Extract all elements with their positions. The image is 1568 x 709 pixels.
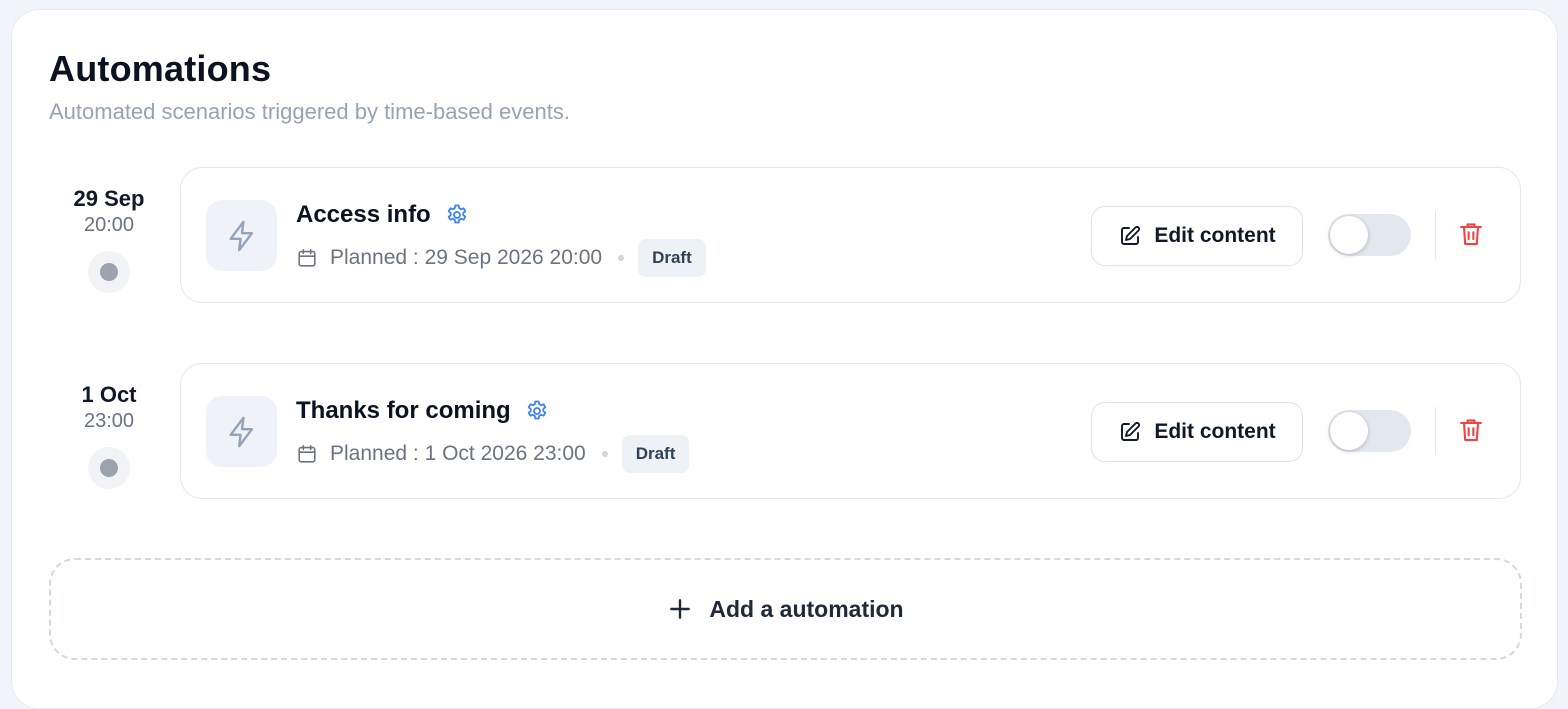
planned-date: Planned : 29 Sep 2026 20:00 xyxy=(330,246,603,269)
toggle-knob xyxy=(1330,216,1368,254)
divider xyxy=(1435,211,1436,259)
page-subtitle: Automated scenarios triggered by time-ba… xyxy=(49,99,570,124)
timeline-date: 29 Sep 20:00 xyxy=(49,167,169,293)
automation-row: 1 Oct 23:00 Thanks for coming Planned : … xyxy=(12,363,1557,499)
gear-icon[interactable] xyxy=(445,203,469,227)
automation-card: Thanks for coming Planned : 1 Oct 2026 2… xyxy=(180,363,1521,499)
edit-content-button[interactable]: Edit content xyxy=(1091,206,1303,266)
gear-icon[interactable] xyxy=(525,399,549,423)
automation-meta: Planned : 1 Oct 2026 23:00 Draft xyxy=(296,435,690,473)
automation-name: Access info xyxy=(296,201,431,228)
pencil-square-icon xyxy=(1118,420,1142,444)
separator-dot xyxy=(618,255,625,261)
timeline-time: 23:00 xyxy=(83,410,135,432)
page-title: Automations xyxy=(49,48,272,89)
automation-name-line: Thanks for coming xyxy=(296,397,549,425)
timeline-dot-icon xyxy=(88,447,130,489)
status-badge: Draft xyxy=(638,239,706,277)
separator-dot xyxy=(601,451,608,457)
automation-name: Thanks for coming xyxy=(296,397,511,424)
timeline-day: 1 Oct xyxy=(81,382,137,407)
automation-row: 29 Sep 20:00 Access info Planned : 29 Se… xyxy=(12,167,1557,303)
divider xyxy=(1435,407,1436,455)
plus-icon xyxy=(667,596,693,622)
edit-content-label: Edit content xyxy=(1154,420,1276,443)
automations-panel: Automations Automated scenarios triggere… xyxy=(11,9,1558,709)
automation-card: Access info Planned : 29 Sep 2026 20:00 … xyxy=(180,167,1521,303)
enable-toggle[interactable] xyxy=(1328,214,1411,256)
timeline-dot-icon xyxy=(88,251,130,293)
pencil-square-icon xyxy=(1118,224,1142,248)
lightning-bolt-icon xyxy=(206,200,277,271)
timeline-date: 1 Oct 23:00 xyxy=(49,363,169,489)
automation-meta: Planned : 29 Sep 2026 20:00 Draft xyxy=(296,239,706,277)
calendar-icon xyxy=(296,247,318,269)
trash-icon[interactable] xyxy=(1457,219,1485,249)
edit-content-label: Edit content xyxy=(1154,224,1276,247)
add-automation-label: Add a automation xyxy=(709,595,904,622)
calendar-icon xyxy=(296,443,318,465)
edit-content-button[interactable]: Edit content xyxy=(1091,402,1303,462)
toggle-knob xyxy=(1330,412,1368,450)
timeline-time: 20:00 xyxy=(83,214,135,236)
trash-icon[interactable] xyxy=(1457,415,1485,445)
planned-date: Planned : 1 Oct 2026 23:00 xyxy=(330,442,586,465)
status-badge: Draft xyxy=(621,435,690,473)
timeline-day: 29 Sep xyxy=(73,186,145,211)
lightning-bolt-icon xyxy=(206,396,277,467)
add-automation-button[interactable]: Add a automation xyxy=(49,558,1522,660)
enable-toggle[interactable] xyxy=(1328,410,1411,452)
automation-name-line: Access info xyxy=(296,201,469,229)
